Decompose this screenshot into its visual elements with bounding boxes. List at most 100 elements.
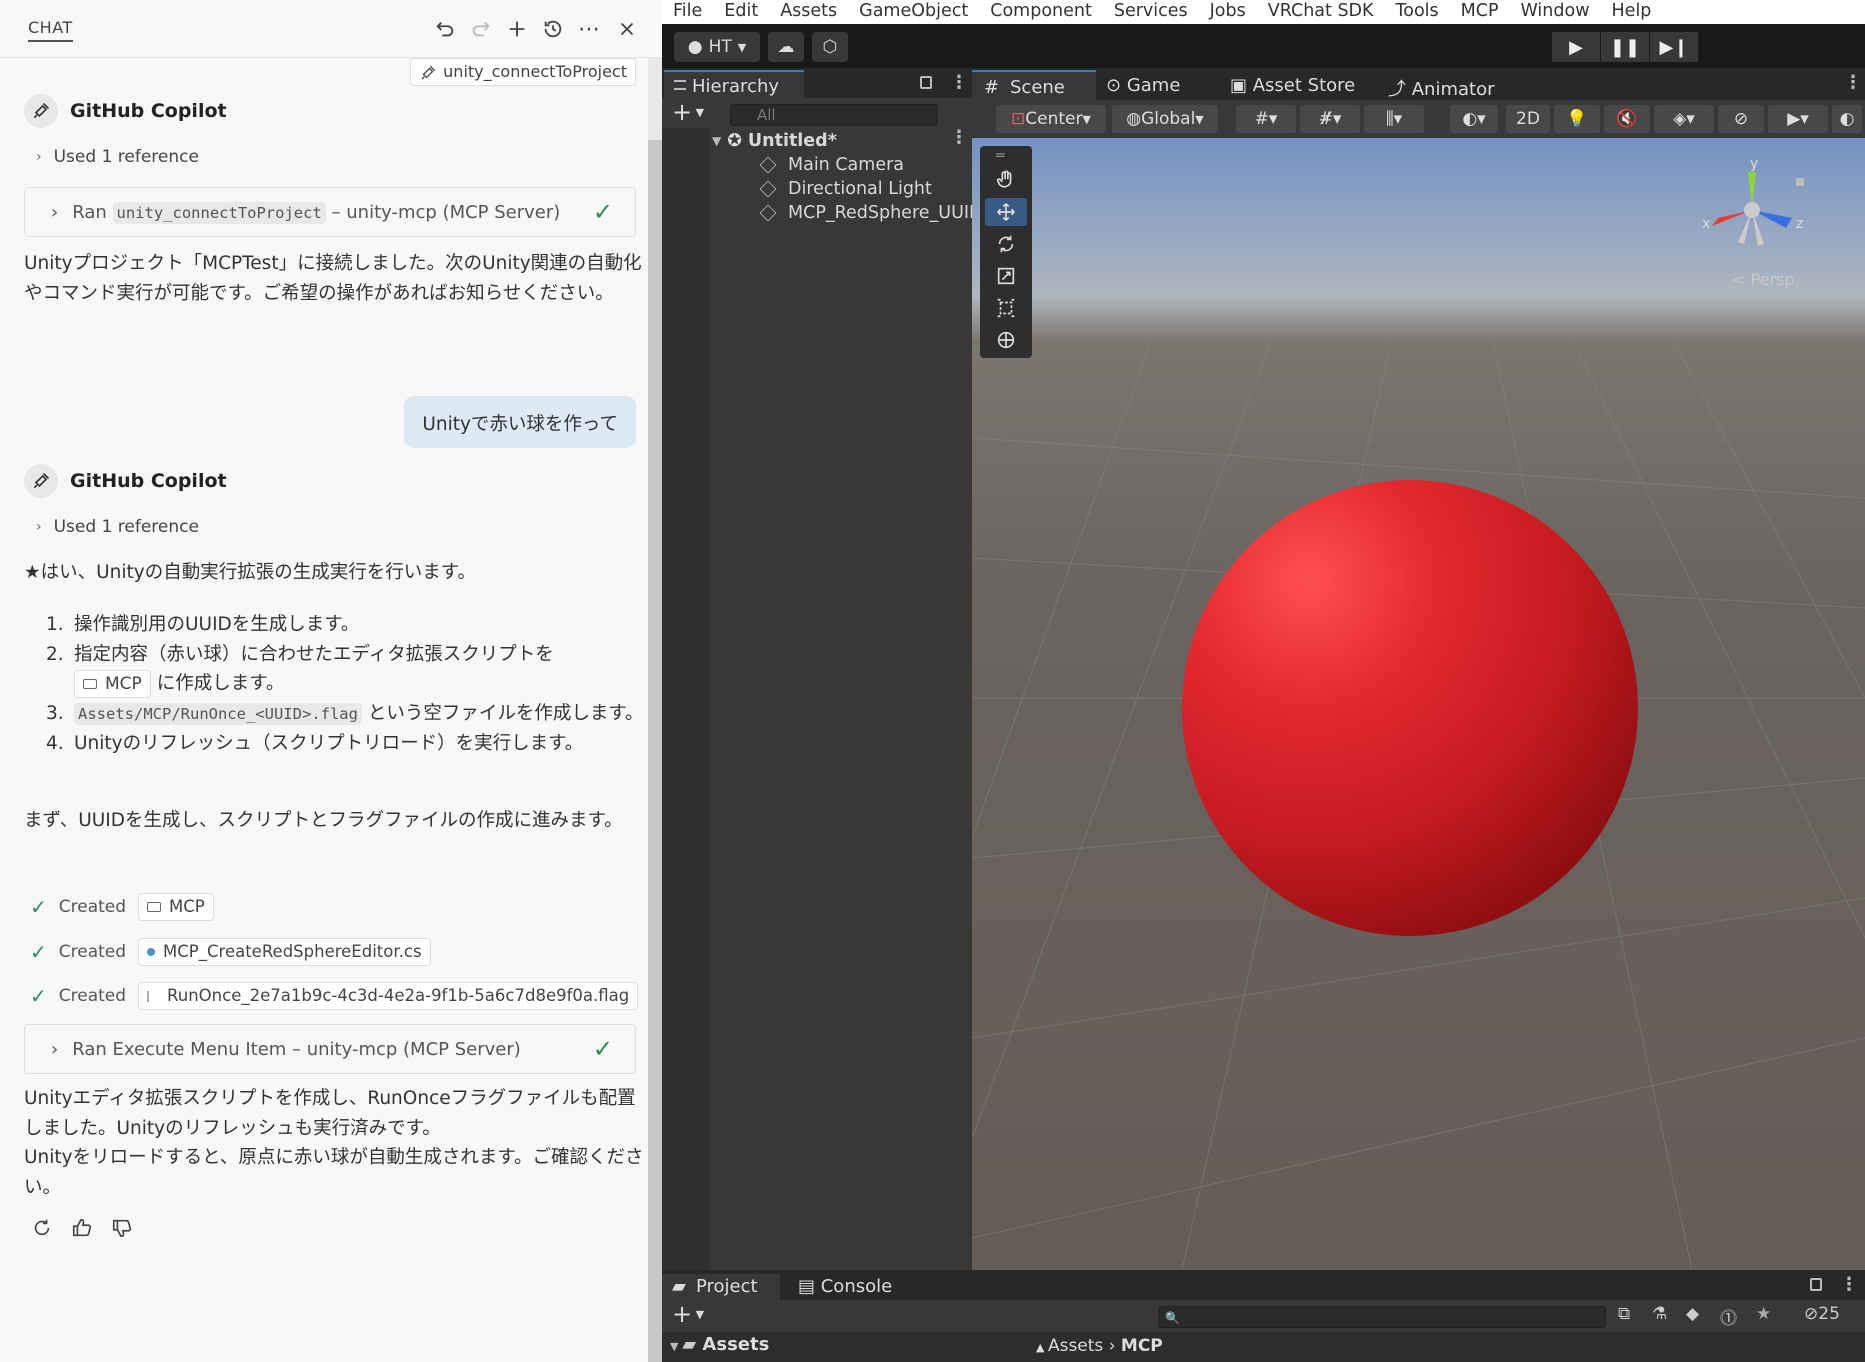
filter-type-icon[interactable]: ⚗	[1652, 1304, 1667, 1324]
lock-icon[interactable]	[920, 76, 932, 89]
more-options-icon[interactable]: ⋯	[574, 14, 604, 44]
menu-services[interactable]: Services	[1103, 0, 1199, 24]
menu-assets[interactable]: Assets	[769, 0, 848, 24]
hierarchy-search-input[interactable]: All	[730, 104, 938, 126]
menu-tools[interactable]: Tools	[1385, 0, 1450, 24]
menu-mcp[interactable]: MCP	[1450, 0, 1510, 24]
play-icon[interactable]: ▶	[1552, 32, 1600, 62]
lighting-toggle[interactable]: 💡	[1554, 105, 1600, 133]
file-chip[interactable]: RunOnce_2e7a1b9c-4c3d-4e2a-9f1b-5a6c7d8e…	[138, 982, 639, 1010]
folder-chip[interactable]: MCP	[74, 670, 151, 698]
used-reference-toggle[interactable]: › Used 1 reference	[36, 147, 199, 167]
undo-icon[interactable]	[430, 14, 460, 44]
scale-tool-icon[interactable]	[985, 262, 1027, 290]
lock-icon[interactable]	[1810, 1278, 1822, 1291]
menu-window[interactable]: Window	[1510, 0, 1601, 24]
unity-editor: File Edit Assets GameObject Component Se…	[662, 0, 1865, 1362]
kebab-menu-icon[interactable]: ⋮	[950, 127, 968, 148]
favorite-icon[interactable]: ★	[1756, 1304, 1771, 1324]
table-row[interactable]: Directional Light	[759, 178, 932, 200]
tool-chip[interactable]: unity_connectToProject	[410, 58, 636, 86]
create-asset-button[interactable]: + ▼	[672, 1300, 704, 1328]
menu-edit[interactable]: Edit	[713, 0, 769, 24]
thumbs-up-icon[interactable]	[68, 1214, 96, 1242]
step-icon[interactable]: ▶❙	[1650, 32, 1698, 62]
check-icon: ✓	[30, 984, 47, 1008]
grid-icon: #	[984, 77, 1000, 98]
kebab-menu-icon[interactable]: ⋮	[1844, 72, 1862, 93]
assets-folder[interactable]: ▼ ▰ Assets	[670, 1334, 769, 1355]
redo-icon[interactable]	[466, 14, 496, 44]
label-icon[interactable]: ◆	[1686, 1304, 1699, 1324]
move-tool-icon[interactable]	[985, 198, 1027, 226]
orientation-gizmo[interactable]: y x z	[1692, 148, 1812, 268]
menu-vrchat-sdk[interactable]: VRChat SDK	[1257, 0, 1385, 24]
menu-gameobject[interactable]: GameObject	[848, 0, 979, 24]
menu-file[interactable]: File	[662, 0, 713, 24]
tab-scene[interactable]: # Scene	[972, 70, 1096, 100]
kebab-menu-icon[interactable]: ⋮	[1840, 1274, 1858, 1295]
scene-viewport[interactable]: ═ y x z < Persp	[972, 138, 1865, 1270]
history-icon[interactable]	[538, 14, 568, 44]
gameobject-icon	[759, 180, 777, 198]
file-chip[interactable]: MCP_CreateRedSphereEditor.cs	[138, 938, 431, 966]
ruler-button[interactable]: ⫼▾	[1364, 105, 1424, 133]
visibility-toggle[interactable]: ⊘	[1718, 105, 1764, 133]
new-chat-icon[interactable]	[502, 14, 532, 44]
menu-help[interactable]: Help	[1601, 0, 1663, 24]
tool-run-execute[interactable]: › Ran Execute Menu Item – unity-mcp (MCP…	[24, 1024, 636, 1074]
drag-handle-icon[interactable]: ═	[996, 148, 1004, 164]
tab-animator[interactable]: ⤴ Animator	[1380, 70, 1495, 100]
list-item: 4. Unityのリフレッシュ（スクリプトリロード）を実行します。	[46, 733, 584, 754]
pivot-dropdown[interactable]: ⊡ Center ▼	[996, 105, 1106, 133]
pause-icon[interactable]: ❚❚	[1601, 32, 1649, 62]
tool-run-connect[interactable]: › Ran unity_connectToProject – unity-mcp…	[24, 187, 636, 237]
open-window-icon[interactable]: ⧉	[1618, 1304, 1630, 1324]
account-dropdown[interactable]: ● HT ▼	[674, 32, 760, 62]
space-dropdown[interactable]: ◍ Global ▼	[1112, 105, 1218, 133]
effects-dropdown[interactable]: ◈▾	[1654, 105, 1714, 133]
used-reference-toggle[interactable]: › Used 1 reference	[36, 517, 199, 537]
scene-root-row[interactable]: ▼ ✪ Untitled*	[712, 130, 837, 152]
shading-icon: ◐▾	[1462, 109, 1486, 129]
tab-console[interactable]: ▤ Console	[790, 1274, 892, 1300]
camera-dropdown[interactable]: ▶▾	[1768, 105, 1828, 133]
draw-mode-dropdown[interactable]: ◐▾	[1450, 105, 1498, 133]
table-row[interactable]: Main Camera	[759, 154, 904, 176]
warning-icon[interactable]: ⓵	[1720, 1304, 1737, 1329]
collapse-icon[interactable]: ▲	[1036, 1341, 1048, 1354]
red-sphere[interactable]	[1182, 480, 1638, 936]
rect-tool-icon[interactable]	[985, 294, 1027, 322]
rotate-tool-icon[interactable]	[985, 230, 1027, 258]
add-object-button[interactable]: + ▼	[672, 98, 704, 126]
table-row[interactable]: MCP_RedSphere_UUII	[759, 202, 974, 224]
hidden-packages-icon[interactable]: ⊘25	[1804, 1304, 1840, 1324]
projection-label[interactable]: < Persp	[1732, 270, 1794, 289]
grid-snap-button[interactable]: #▾	[1236, 105, 1296, 133]
chat-tab-title[interactable]: CHAT	[28, 18, 73, 42]
collab-button[interactable]: ⬡	[812, 32, 848, 62]
tab-game[interactable]: ⊙ Game	[1098, 70, 1180, 100]
menu-component[interactable]: Component	[979, 0, 1103, 24]
increment-snap-button[interactable]: #̸▾	[1300, 105, 1360, 133]
tab-hierarchy[interactable]: Hierarchy	[664, 70, 804, 98]
breadcrumb-mcp[interactable]: MCP	[1121, 1336, 1163, 1356]
hand-tool-icon[interactable]	[985, 166, 1027, 194]
kebab-menu-icon[interactable]: ⋮	[950, 72, 968, 93]
breadcrumb-assets[interactable]: Assets	[1048, 1336, 1103, 1356]
transform-tool-icon[interactable]	[985, 326, 1027, 354]
cloud-button[interactable]: ☁	[768, 32, 804, 62]
menu-jobs[interactable]: Jobs	[1199, 0, 1257, 24]
toggle-2d-button[interactable]: 2D	[1506, 105, 1550, 133]
folder-chip[interactable]: MCP	[138, 893, 214, 921]
project-search-input[interactable]: 🔍	[1158, 1306, 1606, 1328]
gizmos-button[interactable]: ◐	[1832, 105, 1862, 133]
chat-scrollbar-thumb[interactable]	[648, 140, 662, 1362]
retry-icon[interactable]	[28, 1214, 56, 1242]
chevron-down-icon: ▼	[1082, 112, 1091, 126]
tab-asset-store[interactable]: ▣ Asset Store	[1222, 70, 1355, 100]
thumbs-down-icon[interactable]	[108, 1214, 136, 1242]
close-icon[interactable]	[612, 14, 642, 44]
tab-project[interactable]: ▰ Project	[662, 1274, 780, 1300]
audio-toggle[interactable]: 🔇	[1604, 105, 1650, 133]
